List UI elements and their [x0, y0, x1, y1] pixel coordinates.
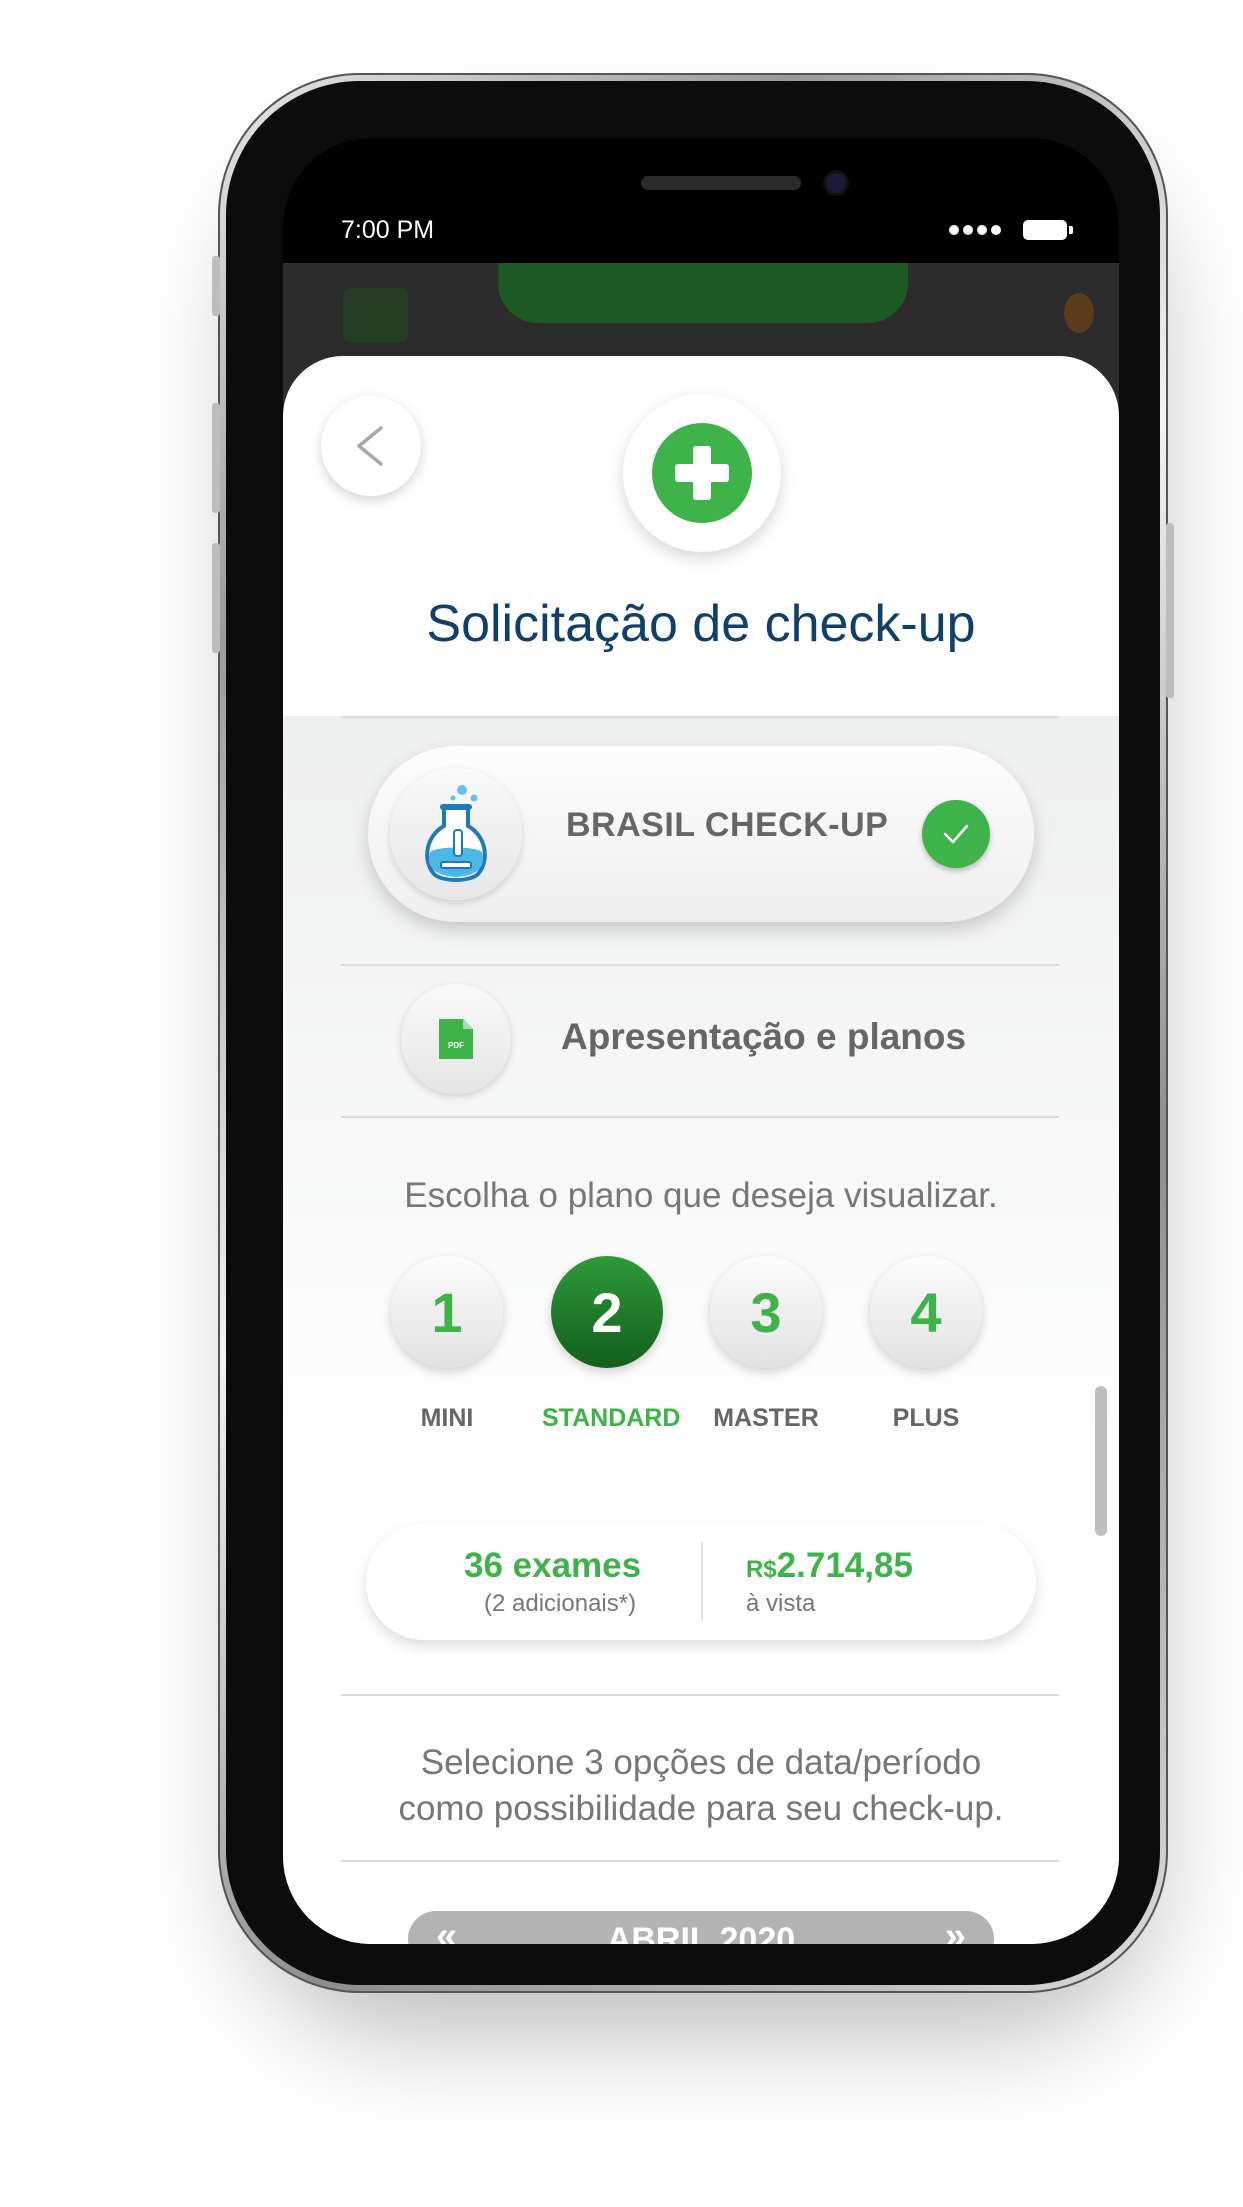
- exams-count: 36 exames: [464, 1546, 642, 1585]
- page-title: Solicitação de check-up: [426, 595, 976, 653]
- content-area: BRASIL CHECK-UP PDF Apresentação e plano…: [283, 716, 1119, 1944]
- plan-number: 2: [551, 1256, 663, 1368]
- flask-icon: [425, 785, 487, 882]
- plan-name: PLUS: [892, 1404, 960, 1432]
- month-navigator: « ABRIL 2020 »: [408, 1911, 994, 1944]
- plan-option-mini[interactable]: 1 MINI: [382, 1256, 512, 1433]
- screen: 7:00 PM Solicitação de check-up BRASIL C…: [283, 138, 1119, 1944]
- pdf-badge: PDF: [401, 984, 511, 1094]
- speaker: [641, 176, 801, 190]
- side-button-left-1: [212, 256, 220, 316]
- plan-selector: 1 MINI 2 STANDARD 3 MASTER 4 PLUS: [283, 1256, 1119, 1456]
- exams-note: (2 adicionais*): [484, 1590, 637, 1617]
- side-button-left-3: [212, 543, 220, 653]
- price-note: à vista: [746, 1590, 816, 1617]
- background-profile-icon: [1064, 293, 1094, 333]
- status-bar: 7:00 PM: [283, 138, 1119, 263]
- price-currency: R$: [746, 1556, 777, 1583]
- phone-frame: 7:00 PM Solicitação de check-up BRASIL C…: [212, 73, 1174, 1993]
- checkmark-icon: [943, 824, 969, 844]
- pdf-file-icon: PDF: [439, 1019, 473, 1059]
- period-line-2: como possibilidade para seu check-up.: [398, 1789, 1004, 1828]
- signal-icon: [949, 225, 1001, 235]
- medical-plus-icon: [652, 423, 752, 523]
- scrollbar[interactable]: [1095, 1386, 1107, 1536]
- flask-badge: [390, 768, 522, 900]
- price-amount: 2.714,85: [776, 1546, 913, 1585]
- next-month-button[interactable]: »: [945, 1915, 966, 1944]
- plan-prompt: Escolha o plano que deseja visualizar.: [404, 1176, 998, 1215]
- side-button-left-2: [212, 403, 220, 513]
- plan-number: 4: [870, 1256, 982, 1368]
- notch: [471, 138, 931, 238]
- phone-bezel: 7:00 PM Solicitação de check-up BRASIL C…: [226, 81, 1160, 1985]
- svg-text:PDF: PDF: [448, 1041, 464, 1050]
- plan-option-plus[interactable]: 4 PLUS: [861, 1256, 991, 1433]
- price-value: R$2.714,85: [746, 1546, 913, 1586]
- status-time: 7:00 PM: [341, 216, 435, 244]
- period-line-1: Selecione 3 opções de data/período: [420, 1743, 982, 1782]
- summary-separator: [701, 1542, 703, 1622]
- side-button-right: [1166, 523, 1174, 698]
- period-instructions: Selecione 3 opções de data/período como …: [283, 1740, 1119, 1832]
- background-header-pill: [498, 263, 908, 323]
- divider-summary: [341, 1694, 1059, 1696]
- plan-name: STANDARD: [542, 1404, 681, 1432]
- plan-name: MASTER: [713, 1404, 819, 1432]
- plan-number: 3: [710, 1256, 822, 1368]
- divider-top: [341, 716, 1059, 718]
- plan-option-master[interactable]: 3 MASTER: [701, 1256, 831, 1433]
- service-label: BRASIL CHECK-UP: [566, 806, 889, 844]
- presentation-plans-row[interactable]: PDF Apresentação e planos: [283, 964, 1119, 1114]
- divider-period: [341, 1860, 1059, 1862]
- chevron-left-icon: [357, 426, 383, 466]
- checkup-request-sheet: Solicitação de check-up BRASIL CHECK-UP …: [283, 356, 1119, 1944]
- plan-option-standard[interactable]: 2 STANDARD: [542, 1256, 681, 1433]
- service-card-brasil-checkup[interactable]: BRASIL CHECK-UP: [368, 746, 1034, 922]
- header-icon-badge: [623, 394, 781, 552]
- battery-icon: [1023, 220, 1073, 240]
- selected-check-button[interactable]: [922, 800, 990, 868]
- plan-summary-card: 36 exames (2 adicionais*) R$2.714,85 à v…: [366, 1524, 1036, 1640]
- camera: [826, 173, 846, 193]
- plan-name: MINI: [420, 1404, 474, 1432]
- plan-number: 1: [391, 1256, 503, 1368]
- divider-presentation: [341, 1116, 1059, 1118]
- presentation-label: Apresentação e planos: [561, 1016, 967, 1057]
- background-menu-icon: [343, 288, 408, 343]
- month-label: ABRIL 2020: [606, 1921, 796, 1944]
- back-button[interactable]: [321, 396, 421, 496]
